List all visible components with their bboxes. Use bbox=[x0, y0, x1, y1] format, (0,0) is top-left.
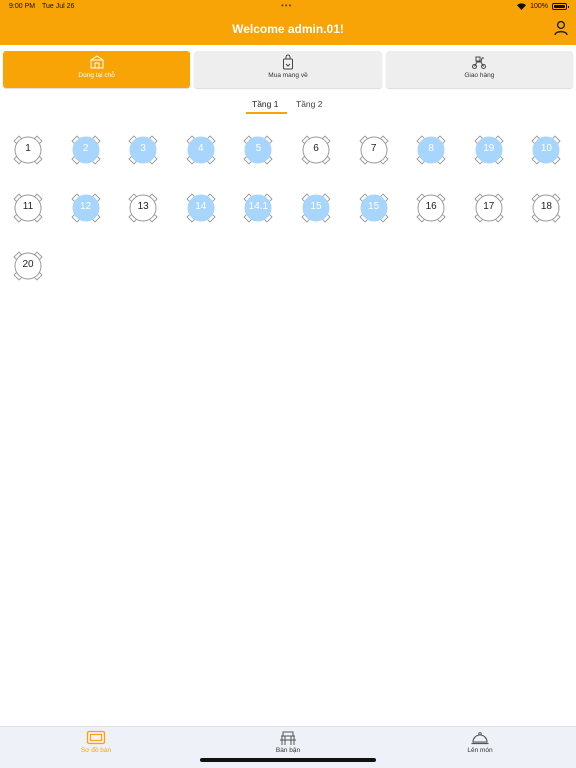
service-mode-selector: Dùng tại chỗ Mua mang về Giao hàng bbox=[3, 51, 573, 88]
multitasking-dots-icon[interactable]: ••• bbox=[281, 1, 292, 10]
table-item[interactable]: 14 bbox=[183, 190, 219, 226]
table-item[interactable]: 12 bbox=[68, 190, 104, 226]
mode-delivery-button[interactable]: Giao hàng bbox=[385, 51, 573, 88]
table-number: 5 bbox=[255, 143, 262, 154]
table-number: 20 bbox=[22, 259, 34, 270]
store-icon bbox=[89, 54, 105, 70]
floor-plan-icon bbox=[86, 730, 106, 746]
table-number: 16 bbox=[425, 201, 437, 212]
table-item[interactable]: 1 bbox=[10, 132, 46, 168]
battery-icon bbox=[552, 3, 569, 10]
table-item[interactable]: 19 bbox=[471, 132, 507, 168]
table-number: 6 bbox=[313, 143, 319, 154]
tab-floor-2[interactable]: Tầng 2 bbox=[296, 99, 322, 109]
table-number: 19 bbox=[483, 143, 495, 154]
table-number: 15 bbox=[368, 201, 380, 212]
page-title: Welcome admin.01! bbox=[232, 22, 344, 36]
user-profile-icon[interactable] bbox=[554, 20, 568, 36]
table-number: 7 bbox=[370, 143, 377, 154]
table-number: 10 bbox=[540, 143, 552, 154]
table-map: 1 2 3 4 5 6 7 8 19 10 11 12 13 14 14.1 15 15 16 17 18 20 bbox=[0, 128, 576, 298]
mode-takeaway-label: Mua mang về bbox=[268, 72, 308, 79]
table-number: 14 bbox=[195, 201, 207, 212]
table-number: 17 bbox=[483, 201, 495, 212]
mode-takeaway-button[interactable]: Mua mang về bbox=[194, 51, 382, 88]
table-item[interactable]: 5 bbox=[240, 132, 276, 168]
table-number: 11 bbox=[22, 201, 34, 212]
table-item[interactable]: 15 bbox=[356, 190, 392, 226]
floor-tabs: Tầng 1 Tầng 2 bbox=[0, 96, 576, 116]
status-date: Tue Jul 26 bbox=[42, 3, 75, 10]
table-item[interactable]: 17 bbox=[471, 190, 507, 226]
table-item[interactable]: 20 bbox=[10, 248, 46, 284]
table-number: 12 bbox=[80, 201, 92, 212]
table-item[interactable]: 4 bbox=[183, 132, 219, 168]
table-number: 1 bbox=[25, 143, 31, 154]
table-item[interactable]: 8 bbox=[413, 132, 449, 168]
table-number: 13 bbox=[137, 201, 149, 212]
home-indicator[interactable] bbox=[200, 758, 376, 762]
shopping-bag-icon bbox=[280, 54, 296, 70]
serving-cloche-icon bbox=[470, 730, 490, 746]
table-item[interactable]: 15 bbox=[298, 190, 334, 226]
tab-busy-tables-label: Bàn bận bbox=[275, 747, 301, 754]
battery-percent: 100% bbox=[530, 3, 548, 10]
table-number: 14.1 bbox=[248, 201, 269, 212]
table-item[interactable]: 6 bbox=[298, 132, 334, 168]
tab-table-map[interactable]: Sơ đồ bàn bbox=[0, 727, 192, 768]
status-bar: 9:00 PM Tue Jul 26 ••• 100% bbox=[0, 0, 576, 14]
mode-delivery-label: Giao hàng bbox=[464, 72, 495, 79]
table-item[interactable]: 3 bbox=[125, 132, 161, 168]
table-number: 15 bbox=[310, 201, 322, 212]
table-item[interactable]: 13 bbox=[125, 190, 161, 226]
mode-dine-in-button[interactable]: Dùng tại chỗ bbox=[3, 51, 191, 88]
tab-serving[interactable]: Lên món bbox=[384, 727, 576, 768]
active-floor-indicator bbox=[246, 112, 287, 114]
tab-serving-label: Lên món bbox=[467, 747, 493, 754]
table-item[interactable]: 2 bbox=[68, 132, 104, 168]
status-right: 100% bbox=[517, 3, 569, 10]
busy-table-icon bbox=[278, 730, 298, 746]
table-item[interactable]: 16 bbox=[413, 190, 449, 226]
mode-dine-in-label: Dùng tại chỗ bbox=[78, 72, 115, 79]
app-header: Welcome admin.01! bbox=[0, 14, 576, 45]
tab-table-map-label: Sơ đồ bàn bbox=[80, 747, 112, 754]
table-number: 4 bbox=[198, 143, 204, 154]
wifi-icon bbox=[517, 3, 527, 10]
table-number: 18 bbox=[540, 201, 552, 212]
table-number: 2 bbox=[82, 143, 89, 154]
table-number: 3 bbox=[140, 143, 146, 154]
delivery-scooter-icon bbox=[471, 54, 487, 70]
table-item[interactable]: 18 bbox=[528, 190, 564, 226]
table-number: 8 bbox=[428, 143, 434, 154]
table-item[interactable]: 14.1 bbox=[240, 190, 276, 226]
table-item[interactable]: 10 bbox=[528, 132, 564, 168]
status-time: 9:00 PM bbox=[9, 3, 36, 10]
table-item[interactable]: 11 bbox=[10, 190, 46, 226]
tab-floor-1[interactable]: Tầng 1 bbox=[252, 99, 278, 109]
table-item[interactable]: 7 bbox=[356, 132, 392, 168]
